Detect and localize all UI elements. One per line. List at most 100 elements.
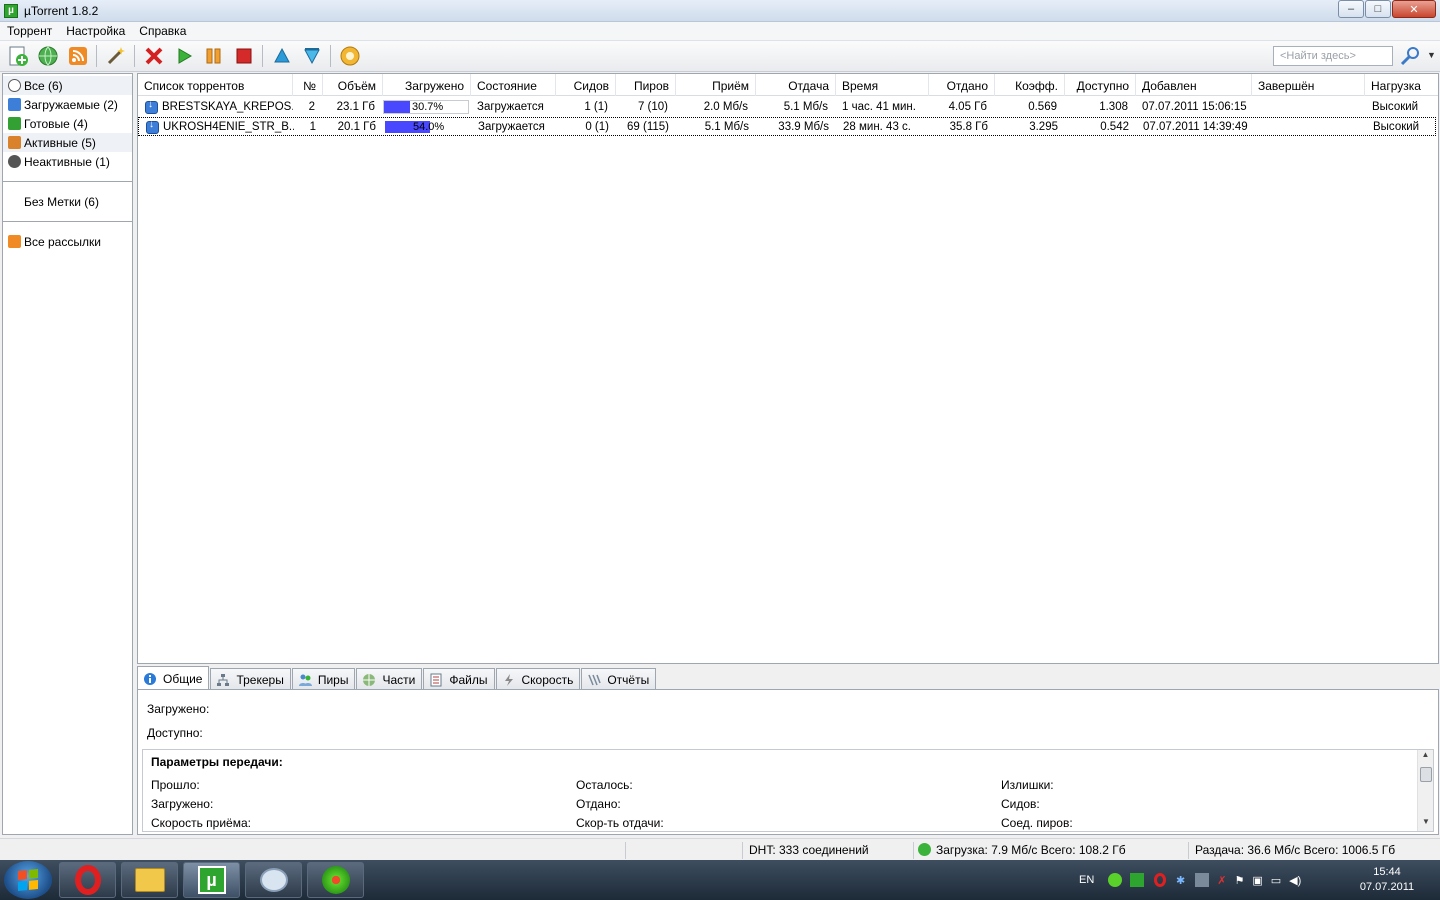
column-header-down-speed[interactable]: Приём xyxy=(676,74,756,96)
tab-label: Скорость xyxy=(521,672,574,687)
column-header-added[interactable]: Добавлен xyxy=(1136,74,1252,96)
start-button[interactable] xyxy=(172,44,196,68)
scroll-thumb[interactable] xyxy=(1420,767,1432,782)
tab-pieces[interactable]: Части xyxy=(356,668,423,690)
torrent-size: 23.1 Гб xyxy=(336,101,375,113)
sidebar-item-label: Без Метки (6) xyxy=(24,194,99,209)
transfer-params: Параметры передачи: Прошло: Загружено: С… xyxy=(142,749,1434,832)
bluetooth-icon[interactable]: ✱ xyxy=(1176,874,1185,887)
torrent-uploaded: 35.8 Гб xyxy=(949,121,988,133)
table-row[interactable]: UKROSH4ENIE_STR_B... 1 20.1 Гб 54.0% Заг… xyxy=(138,117,1436,136)
taskbar-icq[interactable] xyxy=(307,862,364,898)
windows-logo-icon xyxy=(18,868,38,892)
network-tray-icon[interactable]: ▭ xyxy=(1271,874,1281,887)
sidebar-item-inactive[interactable]: Неактивные (1) xyxy=(3,152,132,171)
tab-label: Пиры xyxy=(317,672,349,687)
column-header-ratio[interactable]: Коэфф. xyxy=(995,74,1065,96)
taskbar-paint[interactable] xyxy=(245,862,302,898)
close-button[interactable]: ✕ xyxy=(1392,0,1436,18)
usb-icon[interactable]: ▣ xyxy=(1252,874,1262,887)
remove-button[interactable] xyxy=(142,44,166,68)
peers-connected-label: Соед. пиров: xyxy=(1001,816,1073,830)
sidebar-item-downloading[interactable]: Загружаемые (2) xyxy=(3,95,132,114)
play-icon xyxy=(178,48,192,64)
tab-trackers[interactable]: Трекеры xyxy=(210,668,291,690)
utorrent-tray-icon[interactable] xyxy=(1130,873,1144,887)
torrent-peers: 7 (10) xyxy=(637,101,668,113)
seeds-label: Сидов: xyxy=(1001,797,1040,811)
move-down-button[interactable] xyxy=(300,44,324,68)
upload-speed-label: Скор-ть отдачи: xyxy=(576,816,664,830)
torrent-eta: 28 мин. 43 с. xyxy=(843,121,911,133)
flag-tray-icon[interactable]: ⚑ xyxy=(1234,874,1244,887)
icq-tray-icon[interactable] xyxy=(1108,873,1122,887)
tab-logger[interactable]: Отчёты xyxy=(581,668,657,690)
column-header-name[interactable]: Список торрентов xyxy=(138,74,293,96)
column-header-up-speed[interactable]: Отдача xyxy=(756,74,836,96)
taskbar-explorer[interactable] xyxy=(121,862,178,898)
column-header-done[interactable]: Загружено xyxy=(383,74,471,96)
sidebar-item-active[interactable]: Активные (5) xyxy=(3,133,132,152)
menu-help[interactable]: Справка xyxy=(132,24,193,38)
add-url-button[interactable] xyxy=(36,44,60,68)
create-torrent-button[interactable] xyxy=(104,44,128,68)
preferences-button[interactable] xyxy=(338,44,362,68)
column-header-uploaded[interactable]: Отдано xyxy=(929,74,995,96)
scroll-down-icon[interactable]: ▼ xyxy=(1418,817,1434,831)
add-rss-button[interactable] xyxy=(66,44,90,68)
column-header-peers[interactable]: Пиров xyxy=(616,74,676,96)
language-indicator[interactable]: EN xyxy=(1079,860,1094,900)
column-header-eta[interactable]: Время xyxy=(836,74,929,96)
params-title: Параметры передачи: xyxy=(151,755,283,769)
column-header-size[interactable]: Объём xyxy=(323,74,383,96)
tab-files[interactable]: Файлы xyxy=(423,668,495,690)
maximize-button[interactable]: □ xyxy=(1365,0,1391,18)
tab-peers[interactable]: Пиры xyxy=(291,668,356,690)
column-header-availability[interactable]: Доступно xyxy=(1065,74,1136,96)
sidebar-item-all[interactable]: Все (6) xyxy=(3,76,132,95)
torrent-name: BRESTSKAYA_KREPOS... xyxy=(162,101,293,113)
vertical-scrollbar[interactable]: ▲ ▼ xyxy=(1417,750,1433,831)
start-button[interactable] xyxy=(4,861,52,899)
sidebar-item-completed[interactable]: Готовые (4) xyxy=(3,114,132,133)
torrent-uploaded: 4.05 Гб xyxy=(948,101,987,113)
system-tray: ✱ ✗ ⚑ ▣ ▭ ◀) xyxy=(1108,860,1301,900)
add-torrent-button[interactable] xyxy=(6,44,30,68)
move-up-button[interactable] xyxy=(270,44,294,68)
search-button[interactable] xyxy=(1398,45,1422,67)
wasted-label: Излишки: xyxy=(1001,778,1054,792)
menu-settings[interactable]: Настройка xyxy=(59,24,132,38)
torrent-list: Список торрентов № Объём Загружено Состо… xyxy=(137,73,1439,664)
sidebar-item-no-label[interactable]: Без Метки (6) xyxy=(3,192,132,211)
tab-speed[interactable]: Скорость xyxy=(495,668,581,690)
gear-icon xyxy=(340,46,360,66)
sidebar-item-label: Неактивные (1) xyxy=(24,154,110,169)
column-header-completed[interactable]: Завершён xyxy=(1252,74,1365,96)
stop-button[interactable] xyxy=(232,44,256,68)
sidebar-item-all-feeds[interactable]: Все рассылки xyxy=(3,232,132,251)
pause-button[interactable] xyxy=(202,44,226,68)
table-row[interactable]: BRESTSKAYA_KREPOS... 2 23.1 Гб 30.7% Заг… xyxy=(138,98,1436,117)
column-header-priority[interactable]: Нагрузка xyxy=(1365,74,1438,96)
column-header-seeds[interactable]: Сидов xyxy=(556,74,616,96)
paint-icon xyxy=(259,868,288,892)
opera-tray-icon[interactable] xyxy=(1154,873,1166,887)
clock[interactable]: 15:44 07.07.2011 xyxy=(1356,865,1418,895)
app-tray-icon[interactable] xyxy=(1195,873,1210,887)
search-dropdown-arrow-icon[interactable]: ▼ xyxy=(1427,50,1436,60)
minimize-button[interactable]: – xyxy=(1338,0,1364,18)
menu-torrent[interactable]: Торрент xyxy=(0,24,59,38)
column-header-number[interactable]: № xyxy=(293,74,323,96)
network-icon xyxy=(216,673,230,687)
scroll-up-icon[interactable]: ▲ xyxy=(1418,750,1433,764)
column-header-status[interactable]: Состояние xyxy=(471,74,556,96)
torrent-availability: 0.542 xyxy=(1100,121,1129,133)
window-title: µTorrent 1.8.2 xyxy=(24,3,99,18)
taskbar-utorrent[interactable]: µ xyxy=(183,862,240,898)
volume-icon[interactable]: ◀) xyxy=(1289,874,1301,887)
search-input[interactable]: <Найти здесь> xyxy=(1273,46,1393,66)
taskbar-opera[interactable] xyxy=(59,862,116,898)
sidebar-item-label: Готовые (4) xyxy=(24,116,88,131)
tab-general[interactable]: Общие xyxy=(137,666,210,690)
disabled-tray-icon[interactable]: ✗ xyxy=(1217,874,1226,887)
